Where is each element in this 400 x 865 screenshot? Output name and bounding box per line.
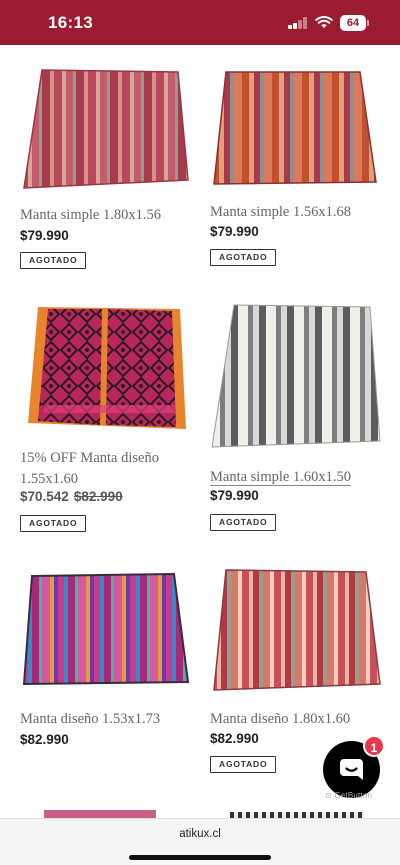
sale-price: $70.542 (20, 489, 69, 504)
product-name[interactable]: 15% OFF Manta diseño 1.55x1.60 (20, 448, 195, 490)
getbutton-watermark: ⊙ GetButton (325, 791, 373, 800)
sold-out-badge: AGOTADO (210, 756, 277, 773)
product-name[interactable]: Manta simple 1.80x1.56 (20, 205, 161, 226)
product-image[interactable] (22, 572, 190, 688)
battery-icon: 64 (340, 15, 370, 31)
status-time: 16:13 (48, 13, 93, 32)
cellular-signal-icon (288, 17, 308, 29)
product-image[interactable] (210, 568, 382, 692)
status-bar: 16:13 64 (0, 0, 400, 45)
product-image[interactable] (24, 305, 190, 433)
address-bar[interactable]: atikux.cl (0, 828, 400, 840)
product-image[interactable] (20, 68, 190, 192)
product-image-partial[interactable] (44, 810, 156, 818)
browser-bottom-bar: atikux.cl (0, 818, 400, 865)
notification-badge: 1 (363, 735, 385, 757)
product-image[interactable] (210, 303, 382, 449)
original-price: $82.990 (73, 489, 123, 504)
product-name[interactable]: Manta diseño 1.80x1.60 (210, 709, 350, 730)
product-name[interactable]: Manta simple 1.56x1.68 (210, 202, 351, 223)
product-price: $82.990 (20, 732, 69, 747)
sold-out-badge: AGOTADO (20, 252, 87, 269)
battery-level: 64 (340, 15, 366, 31)
product-price: $79.990 (210, 224, 259, 239)
product-price: $79.990 (20, 228, 69, 243)
home-indicator[interactable] (129, 855, 271, 860)
product-price: $79.990 (210, 488, 259, 503)
chat-bubble-icon (340, 759, 363, 780)
sold-out-badge: AGOTADO (210, 514, 277, 531)
product-name[interactable]: Manta diseño 1.53x1.73 (20, 709, 160, 730)
product-price-group: $70.542 $82.990 (20, 489, 123, 504)
product-price: $82.990 (210, 731, 259, 746)
product-name[interactable]: Manta simple 1.60x1.50 (210, 467, 351, 488)
product-image[interactable] (212, 70, 382, 188)
sold-out-badge: AGOTADO (20, 515, 87, 532)
wifi-icon (315, 16, 333, 28)
sold-out-badge: AGOTADO (210, 249, 277, 266)
